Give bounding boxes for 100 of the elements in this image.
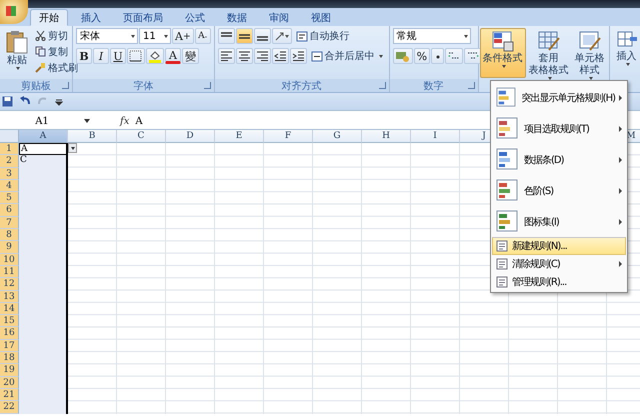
conditional-formatting-button[interactable]: 条件格式 [480,28,526,78]
ribbon-tab[interactable]: 开始 [30,9,68,26]
dialog-launcher-icon[interactable] [204,82,211,89]
name-box[interactable]: A1 [0,116,84,126]
row-header[interactable]: 18 [0,352,19,364]
menu-item[interactable]: 色阶(S) [492,175,626,206]
ribbon-tab[interactable]: 页面布局 [114,9,172,26]
customize-toolbar-icon[interactable] [55,98,63,106]
increase-decimal-icon[interactable] [445,48,464,64]
row-header[interactable]: 3 [0,168,19,180]
font-color-button[interactable]: A [165,48,181,64]
ribbon-tab[interactable]: 数据 [218,9,256,26]
row-header[interactable]: 11 [0,266,19,278]
align-left-icon[interactable] [218,48,235,64]
merge-center-button[interactable]: 合并后居中 [308,48,386,64]
row-header[interactable]: 17 [0,340,19,352]
row-header[interactable]: 6 [0,204,19,217]
menu-item[interactable]: 管理规则(R)... [492,273,626,291]
bold-button[interactable]: B [76,48,92,64]
merge-cells-icon [310,50,323,62]
increase-indent-icon[interactable] [290,48,307,64]
decrease-indent-icon[interactable] [272,48,289,64]
comma-style-icon[interactable] [431,48,444,64]
currency-icon[interactable] [392,48,413,64]
border-button[interactable] [127,48,145,64]
underline-button[interactable]: U [110,48,126,64]
ribbon-tab[interactable]: 插入 [72,9,110,26]
ribbon-tab[interactable]: 视图 [302,9,340,26]
column-header[interactable]: A [19,130,68,143]
menu-item[interactable]: 突出显示单元格规则(H) [492,82,626,113]
cut-button[interactable]: 剪切 [34,28,79,43]
row-header[interactable]: 15 [0,315,19,328]
row-header[interactable]: 13 [0,290,19,303]
ribbon-tab[interactable]: 公式 [176,9,214,26]
menu-item[interactable]: 数据条(D) [492,144,626,175]
column-header[interactable]: G [313,130,362,143]
dialog-launcher-icon[interactable] [378,82,386,89]
document-icon [496,276,508,288]
row-header[interactable]: 10 [0,254,19,266]
font-name-field[interactable]: 宋体 [76,28,138,44]
row-header[interactable]: 12 [0,278,19,291]
row-header[interactable]: 8 [0,229,19,242]
column-header[interactable]: I [411,130,460,143]
save-icon[interactable] [2,96,13,107]
group-label: 对齐方式 [282,80,322,92]
dropdown-arrow-icon[interactable] [84,119,90,123]
format-painter-button[interactable]: 格式刷 [34,60,79,75]
office-button[interactable] [0,0,28,24]
document-icon [496,240,508,252]
cell-brush-icon [578,30,602,52]
clipboard-icon [6,30,28,54]
insert-function-button[interactable]: fx [120,116,130,126]
align-middle-icon[interactable] [236,28,253,44]
row-header[interactable]: 7 [0,216,19,230]
formula-input[interactable]: A [135,116,143,126]
dialog-launcher-icon[interactable] [62,82,69,89]
orientation-icon[interactable] [272,28,292,44]
align-bottom-icon[interactable] [254,28,271,44]
wrap-text-icon [296,30,308,42]
row-header[interactable]: 21 [0,388,19,402]
menu-item[interactable]: 新建规则(N)... [492,237,626,255]
phonetic-button[interactable]: 變 [182,48,199,64]
align-center-icon[interactable] [236,48,253,64]
font-size-field[interactable]: 11 [139,28,171,44]
column-header[interactable]: H [362,130,411,143]
column-header[interactable]: F [264,130,313,143]
percent-button[interactable]: % [414,48,430,64]
row-header[interactable]: 22 [0,401,19,414]
fill-color-button[interactable] [146,48,164,64]
menu-item[interactable]: 清除规则(C) [492,255,626,273]
active-cell: A [19,143,68,156]
italic-button[interactable]: I [93,48,109,64]
scissors-icon [35,30,46,41]
column-header[interactable]: D [166,130,215,143]
paste-button[interactable]: 粘贴 [3,28,31,72]
group-label: 数字 [424,80,444,92]
align-top-icon[interactable] [218,28,235,44]
row-header[interactable]: 19 [0,364,19,377]
document-icon [496,258,508,270]
column-header[interactable]: E [215,130,264,143]
undo-icon[interactable] [19,96,31,107]
row-header[interactable]: 2 [0,155,19,168]
wrap-text-button[interactable]: 自动换行 [292,28,353,44]
insert-cells-button[interactable]: 插入 [612,28,640,68]
row-header[interactable]: 1 [0,143,19,156]
row-header[interactable]: 16 [0,327,19,340]
row-header[interactable]: 5 [0,192,19,204]
row-header[interactable]: 20 [0,376,19,389]
dialog-launcher-icon[interactable] [468,82,475,89]
menu-item[interactable]: 图标集(I) [492,206,626,237]
cell-dropdown-button[interactable] [68,143,77,153]
number-format-field[interactable]: 常规 [392,28,471,44]
ribbon-tab[interactable]: 审阅 [260,9,298,26]
group-label: 剪贴板 [21,80,51,92]
row-header[interactable]: 9 [0,241,19,254]
row-header[interactable]: 4 [0,180,19,192]
row-header[interactable]: 14 [0,302,19,316]
column-header[interactable]: B [68,130,117,143]
column-header[interactable]: C [117,130,166,143]
align-right-icon[interactable] [254,48,271,64]
